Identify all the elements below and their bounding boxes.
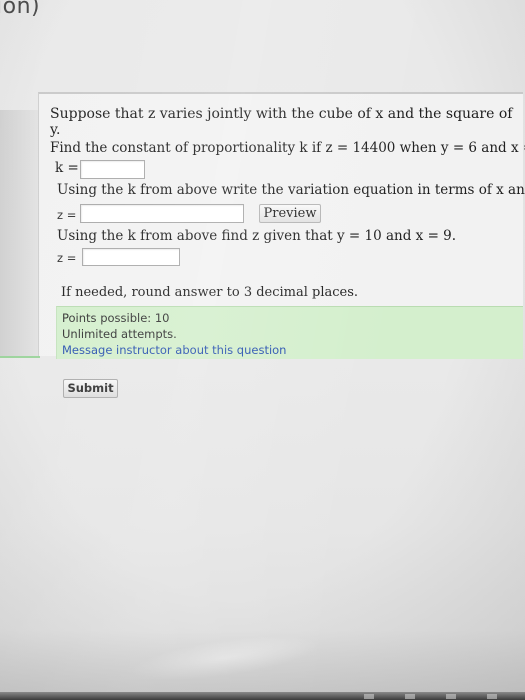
bezel-button-icon <box>405 694 415 699</box>
z-label-1: z = <box>57 208 77 222</box>
z-value-input[interactable] <box>82 248 180 266</box>
k-answer-input[interactable] <box>80 160 145 179</box>
preview-button[interactable]: Preview <box>259 204 321 223</box>
bezel-button-icon <box>364 694 374 699</box>
question-info-box: Points possible: 10 Unlimited attempts. … <box>56 306 523 359</box>
message-instructor-link[interactable]: Message instructor about this question <box>62 343 286 357</box>
rounding-hint: If needed, round answer to 3 decimal pla… <box>61 285 359 300</box>
question-stem: Suppose that z varies jointly with the c… <box>50 106 513 138</box>
bezel-button-icon <box>446 694 456 699</box>
z-label-2: z = <box>57 251 77 265</box>
part2-text: Using the k from above write the variati… <box>57 182 525 198</box>
part1-text: Find the constant of proportionality k i… <box>50 140 525 156</box>
k-label: k = <box>55 160 79 176</box>
monitor-bezel <box>0 692 525 700</box>
glare-streak <box>128 626 322 690</box>
points-possible: Points possible: 10 <box>62 311 170 325</box>
part3-text: Using the k from above find z given that… <box>57 228 457 244</box>
page-heading-fragment: ion) <box>0 0 41 19</box>
submit-button[interactable]: Submit <box>63 379 118 398</box>
attempts-info: Unlimited attempts. <box>62 327 177 341</box>
bottom-shadow <box>0 630 525 700</box>
left-margin-strip <box>0 110 40 358</box>
z-equation-input[interactable] <box>80 204 244 223</box>
bezel-button-icon <box>487 694 497 699</box>
